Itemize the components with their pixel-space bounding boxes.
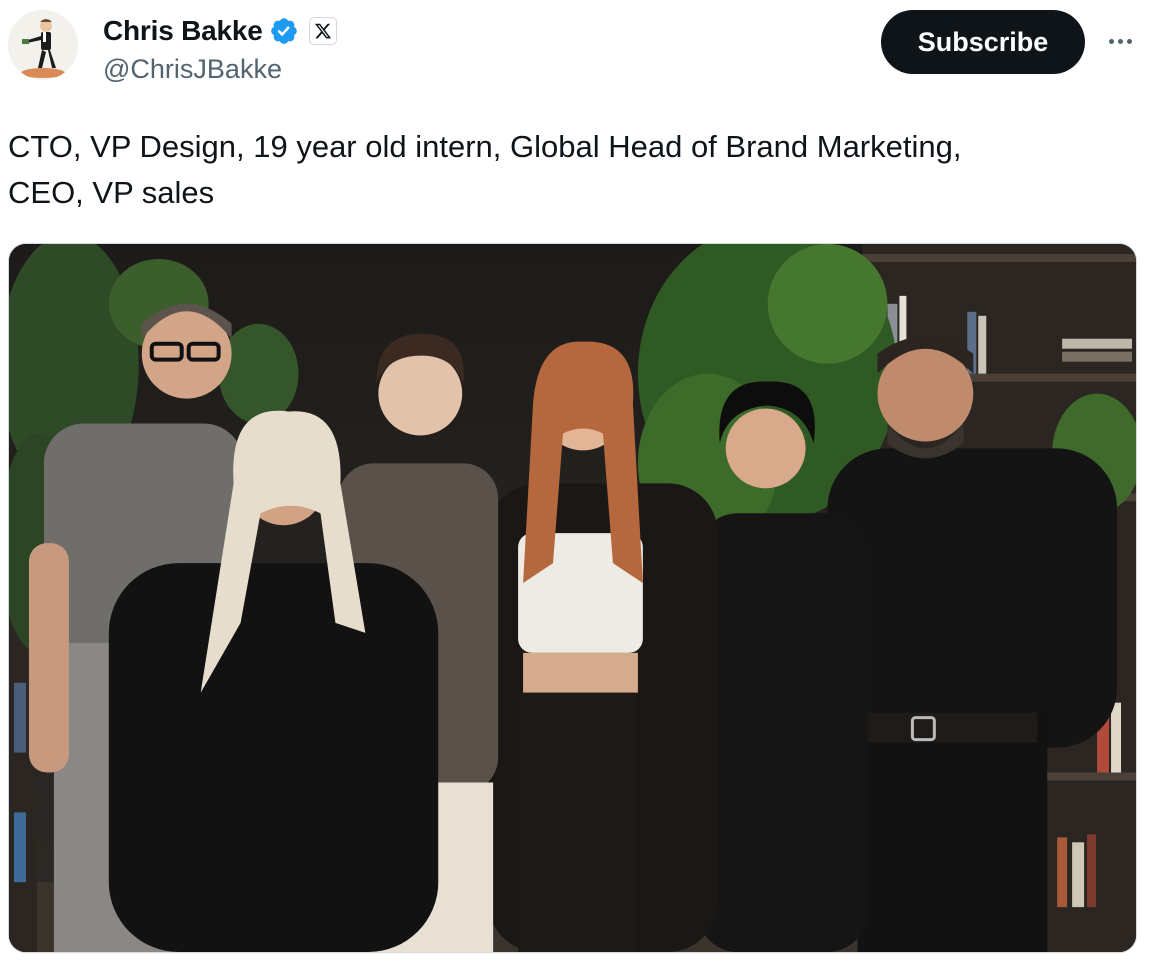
avatar[interactable] <box>8 10 78 80</box>
display-name[interactable]: Chris Bakke <box>103 15 263 47</box>
more-dot <box>1126 38 1132 44</box>
more-dot <box>1117 38 1123 44</box>
group-photo-image <box>9 244 1136 952</box>
tweet-photo[interactable] <box>8 243 1137 953</box>
tweet-text: CTO, VP Design, 19 year old intern, Glob… <box>8 129 962 210</box>
avatar-image <box>8 10 78 80</box>
x-logo-icon[interactable] <box>308 17 337 45</box>
more-horizontal-icon[interactable] <box>1100 26 1140 56</box>
author-block: Chris Bakke @ChrisJBakke <box>103 14 337 85</box>
subscribe-button[interactable]: Subscribe <box>881 10 1085 74</box>
user-handle[interactable]: @ChrisJBakke <box>103 54 337 85</box>
verified-badge-icon[interactable] <box>269 16 299 46</box>
author-name-row: Chris Bakke <box>103 14 337 48</box>
more-dot <box>1108 38 1114 44</box>
